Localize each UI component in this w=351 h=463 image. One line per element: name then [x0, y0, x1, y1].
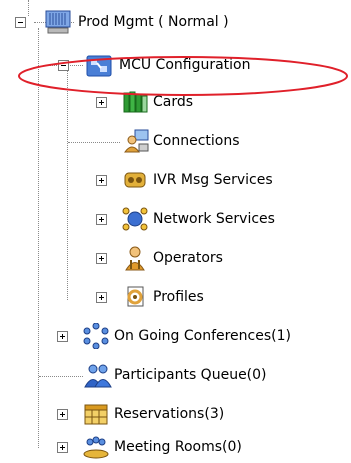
- tree-node-mcu-configuration[interactable]: MCU Configuration: [0, 51, 351, 81]
- connections-icon: [123, 128, 151, 154]
- node-label: Operators: [153, 250, 223, 266]
- tree-node-ivr-msg-services[interactable]: IVR Msg Services: [0, 166, 351, 196]
- expand-toggle[interactable]: [57, 331, 68, 342]
- tree-node-meeting-rooms[interactable]: Meeting Rooms(0): [0, 433, 351, 463]
- node-label: Reservations(3): [114, 406, 225, 422]
- network-icon: [121, 206, 149, 232]
- node-label: Prod Mgmt ( Normal ): [78, 14, 229, 30]
- navigation-tree: Prod Mgmt ( Normal ) MCU Configuration C…: [0, 0, 351, 463]
- node-label: Network Services: [153, 211, 275, 227]
- tree-node-network-services[interactable]: Network Services: [0, 205, 351, 235]
- tree-node-connections[interactable]: Connections: [0, 127, 351, 157]
- server-icon: [44, 9, 72, 35]
- mcu-config-icon: [85, 53, 113, 79]
- expand-toggle[interactable]: [96, 292, 107, 303]
- expand-toggle[interactable]: [96, 97, 107, 108]
- expand-toggle[interactable]: [57, 409, 68, 420]
- collapse-toggle[interactable]: [58, 60, 69, 71]
- expand-toggle[interactable]: [96, 175, 107, 186]
- participants-icon: [84, 362, 112, 388]
- node-label: Connections: [153, 133, 240, 149]
- meeting-rooms-icon: [82, 434, 110, 460]
- profiles-icon: [121, 284, 149, 310]
- collapse-toggle[interactable]: [15, 17, 26, 28]
- node-label: MCU Configuration: [119, 57, 251, 73]
- node-label: On Going Conferences(1): [114, 328, 291, 344]
- expand-toggle[interactable]: [57, 442, 68, 453]
- node-label: Participants Queue(0): [114, 367, 267, 383]
- cards-icon: [121, 89, 149, 115]
- ivr-icon: [121, 167, 149, 193]
- node-label: Cards: [153, 94, 194, 110]
- tree-node-operators[interactable]: Operators: [0, 244, 351, 274]
- tree-node-profiles[interactable]: Profiles: [0, 283, 351, 313]
- tree-node-prod-mgmt[interactable]: Prod Mgmt ( Normal ): [0, 8, 351, 38]
- tree-node-on-going-conferences[interactable]: On Going Conferences(1): [0, 322, 351, 352]
- node-label: Profiles: [153, 289, 204, 305]
- tree-node-participants-queue[interactable]: Participants Queue(0): [0, 361, 351, 391]
- conferences-icon: [82, 323, 110, 349]
- tree-node-reservations[interactable]: Reservations(3): [0, 400, 351, 430]
- operators-icon: [121, 245, 149, 271]
- expand-toggle[interactable]: [96, 214, 107, 225]
- node-label: Meeting Rooms(0): [114, 439, 242, 455]
- reservations-icon: [82, 401, 110, 427]
- node-label: IVR Msg Services: [153, 172, 273, 188]
- tree-node-cards[interactable]: Cards: [0, 88, 351, 118]
- expand-toggle[interactable]: [96, 253, 107, 264]
